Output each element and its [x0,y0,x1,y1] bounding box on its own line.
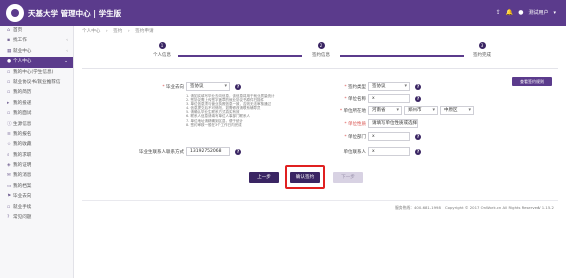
step-sign-info: 2 签约信息 [291,42,351,58]
step-personal-info: 1 个人信息 [132,42,192,58]
info-icon[interactable]: ? [235,83,241,90]
sidebar-item-favorites[interactable]: ☆ 我的收藏 [0,140,73,150]
step-dot: 2 [317,42,325,49]
district-select[interactable]: 中原区 [440,106,474,115]
info-icon[interactable]: ? [415,83,421,90]
step-label: 签约信息 [312,53,330,58]
sidebar-item-archive[interactable]: ▭ 我的档案 [0,182,73,192]
sidebar-item-personal-center[interactable]: ● 个人中心 ⌄ [0,57,73,68]
logo [6,4,24,22]
copyright: Copyright © 2017 OnWork.cn All Rights Re… [445,205,540,210]
area-label: * 单位所在地 [339,109,366,114]
type-select[interactable]: 签协议 [368,82,410,91]
chevron-right-icon: › [127,29,130,34]
person-label: 单位联系人 [343,150,367,155]
person-input[interactable]: x [368,147,410,156]
version: V 1.15.2 [538,205,554,210]
sidebar: ⌂ 首页 ▪ 找工作 ‹ ▦ 就业中心 ‹ ● 个人中心 ⌄ ▫ 我的中心(学生信息) ▫… [0,26,74,278]
sidebar-item-messages[interactable]: ✉ 我的消息 [0,171,73,181]
breadcrumb-item[interactable]: 个人中心 [82,29,100,34]
nature-label: * 单位性质 [344,122,366,127]
step-label: 个人信息 [153,53,171,58]
city-select[interactable]: 郑州市 [404,106,438,115]
sidebar-item-resume[interactable]: ▫ 我的简历 [0,88,73,98]
progress-steps: 1 个人信息 2 签约信息 3 签约完成 [82,42,558,64]
prev-button[interactable]: 上一步 [249,172,279,183]
bell-icon[interactable]: 🔔 [506,9,513,16]
step-dot: 3 [478,42,486,49]
step-label: 签约完成 [473,53,491,58]
hotline: 服务热线：400-681-1998 [395,205,441,210]
dept-label: * 单位部门 [344,135,366,140]
sidebar-item-procedures[interactable]: ▫ 就业手续 [0,203,73,213]
step-sign-complete: 3 签约完成 [452,42,512,58]
status-select[interactable]: 签协议 [186,82,230,91]
chevron-down-icon[interactable]: ▾ [553,10,556,16]
sidebar-item-registrations[interactable]: ≡ 我的报名 [0,130,73,140]
sidebar-item-job-search[interactable]: ⌕ 我的求职 [0,151,73,161]
dept-input[interactable]: x [368,132,410,141]
chevron-down-icon: ⌄ [64,59,68,65]
confirm-sign-button[interactable]: 确认签约 [290,172,320,183]
sidebar-item-interviews[interactable]: ▫ 我的面试 [0,109,73,119]
chevron-right-icon: › [105,29,108,34]
breadcrumb-item[interactable]: 签约 [113,29,122,34]
notes: 1. 请如实填写毕业去向信息，该信息将用于就业质量统计 2. 签协议需上传签字盖… [186,94,275,127]
step-connector [340,55,464,57]
company-label: * 单位名称 [344,97,366,102]
step-dot: 1 [158,42,166,49]
info-icon[interactable]: ? [415,133,421,140]
info-icon[interactable]: ? [235,148,241,155]
footer: 服务热线：400-681-1998 Copyright © 2017 OnWor… [82,200,558,210]
sidebar-item-faq[interactable]: ? 常见问题 [0,213,73,223]
chevron-left-icon: ‹ [66,48,68,54]
user-name[interactable]: 测试用户 [528,9,548,16]
chevron-left-icon: ‹ [66,38,68,44]
breadcrumb: 个人中心 › 签约 › 签约申请 [82,28,158,34]
sidebar-item-applications[interactable]: ▸ 我的投递 [0,99,73,109]
contact-input[interactable]: 13192752068 [186,147,230,156]
app-title: 天基大学 管理中心 | 学生版 [28,9,122,18]
info-icon[interactable]: ? [415,148,421,155]
step-connector [178,55,302,57]
sidebar-item-source-info[interactable]: ⓘ生源信息 [0,120,73,130]
breadcrumb-item: 签约申请 [135,29,154,34]
sidebar-item-home[interactable]: ⌂ 首页 [0,26,73,36]
top-bar: 天基大学 管理中心 | 学生版 ⇪ 🔔 ● 测试用户 ▾ [0,0,566,26]
sidebar-item-destination[interactable]: ⚑ 毕业去向 [0,192,73,202]
view-rules-button[interactable]: 查看签约规则 [512,77,552,86]
top-right-tools: ⇪ 🔔 ● 测试用户 ▾ [496,9,556,16]
sidebar-item-agreement[interactable]: ▫ 就业协议书/就业推荐信 [0,78,73,88]
sidebar-item-student-info[interactable]: ▫ 我的中心(学生信息) [0,68,73,78]
sidebar-item-career-center[interactable]: ▦ 就业中心 ‹ [0,47,73,57]
share-icon[interactable]: ⇪ [496,9,501,16]
next-button[interactable]: 下一步 [333,172,363,183]
sidebar-item-jobs[interactable]: ▪ 找工作 ‹ [0,36,73,46]
status-label: * 毕业去向 [162,85,184,90]
contact-label: 毕业生联系人联系方式 [139,150,184,155]
info-icon[interactable]: ? [415,95,421,102]
sidebar-item-certificates[interactable]: ◈ 我的证明 [0,161,73,171]
company-input[interactable]: x [368,94,410,103]
province-select[interactable]: 河南省 [368,106,402,115]
user-icon: ● [518,9,524,16]
nature-input[interactable]: 请填写单位性质或选择 [368,119,418,128]
type-label: * 签约类型 [344,85,366,90]
